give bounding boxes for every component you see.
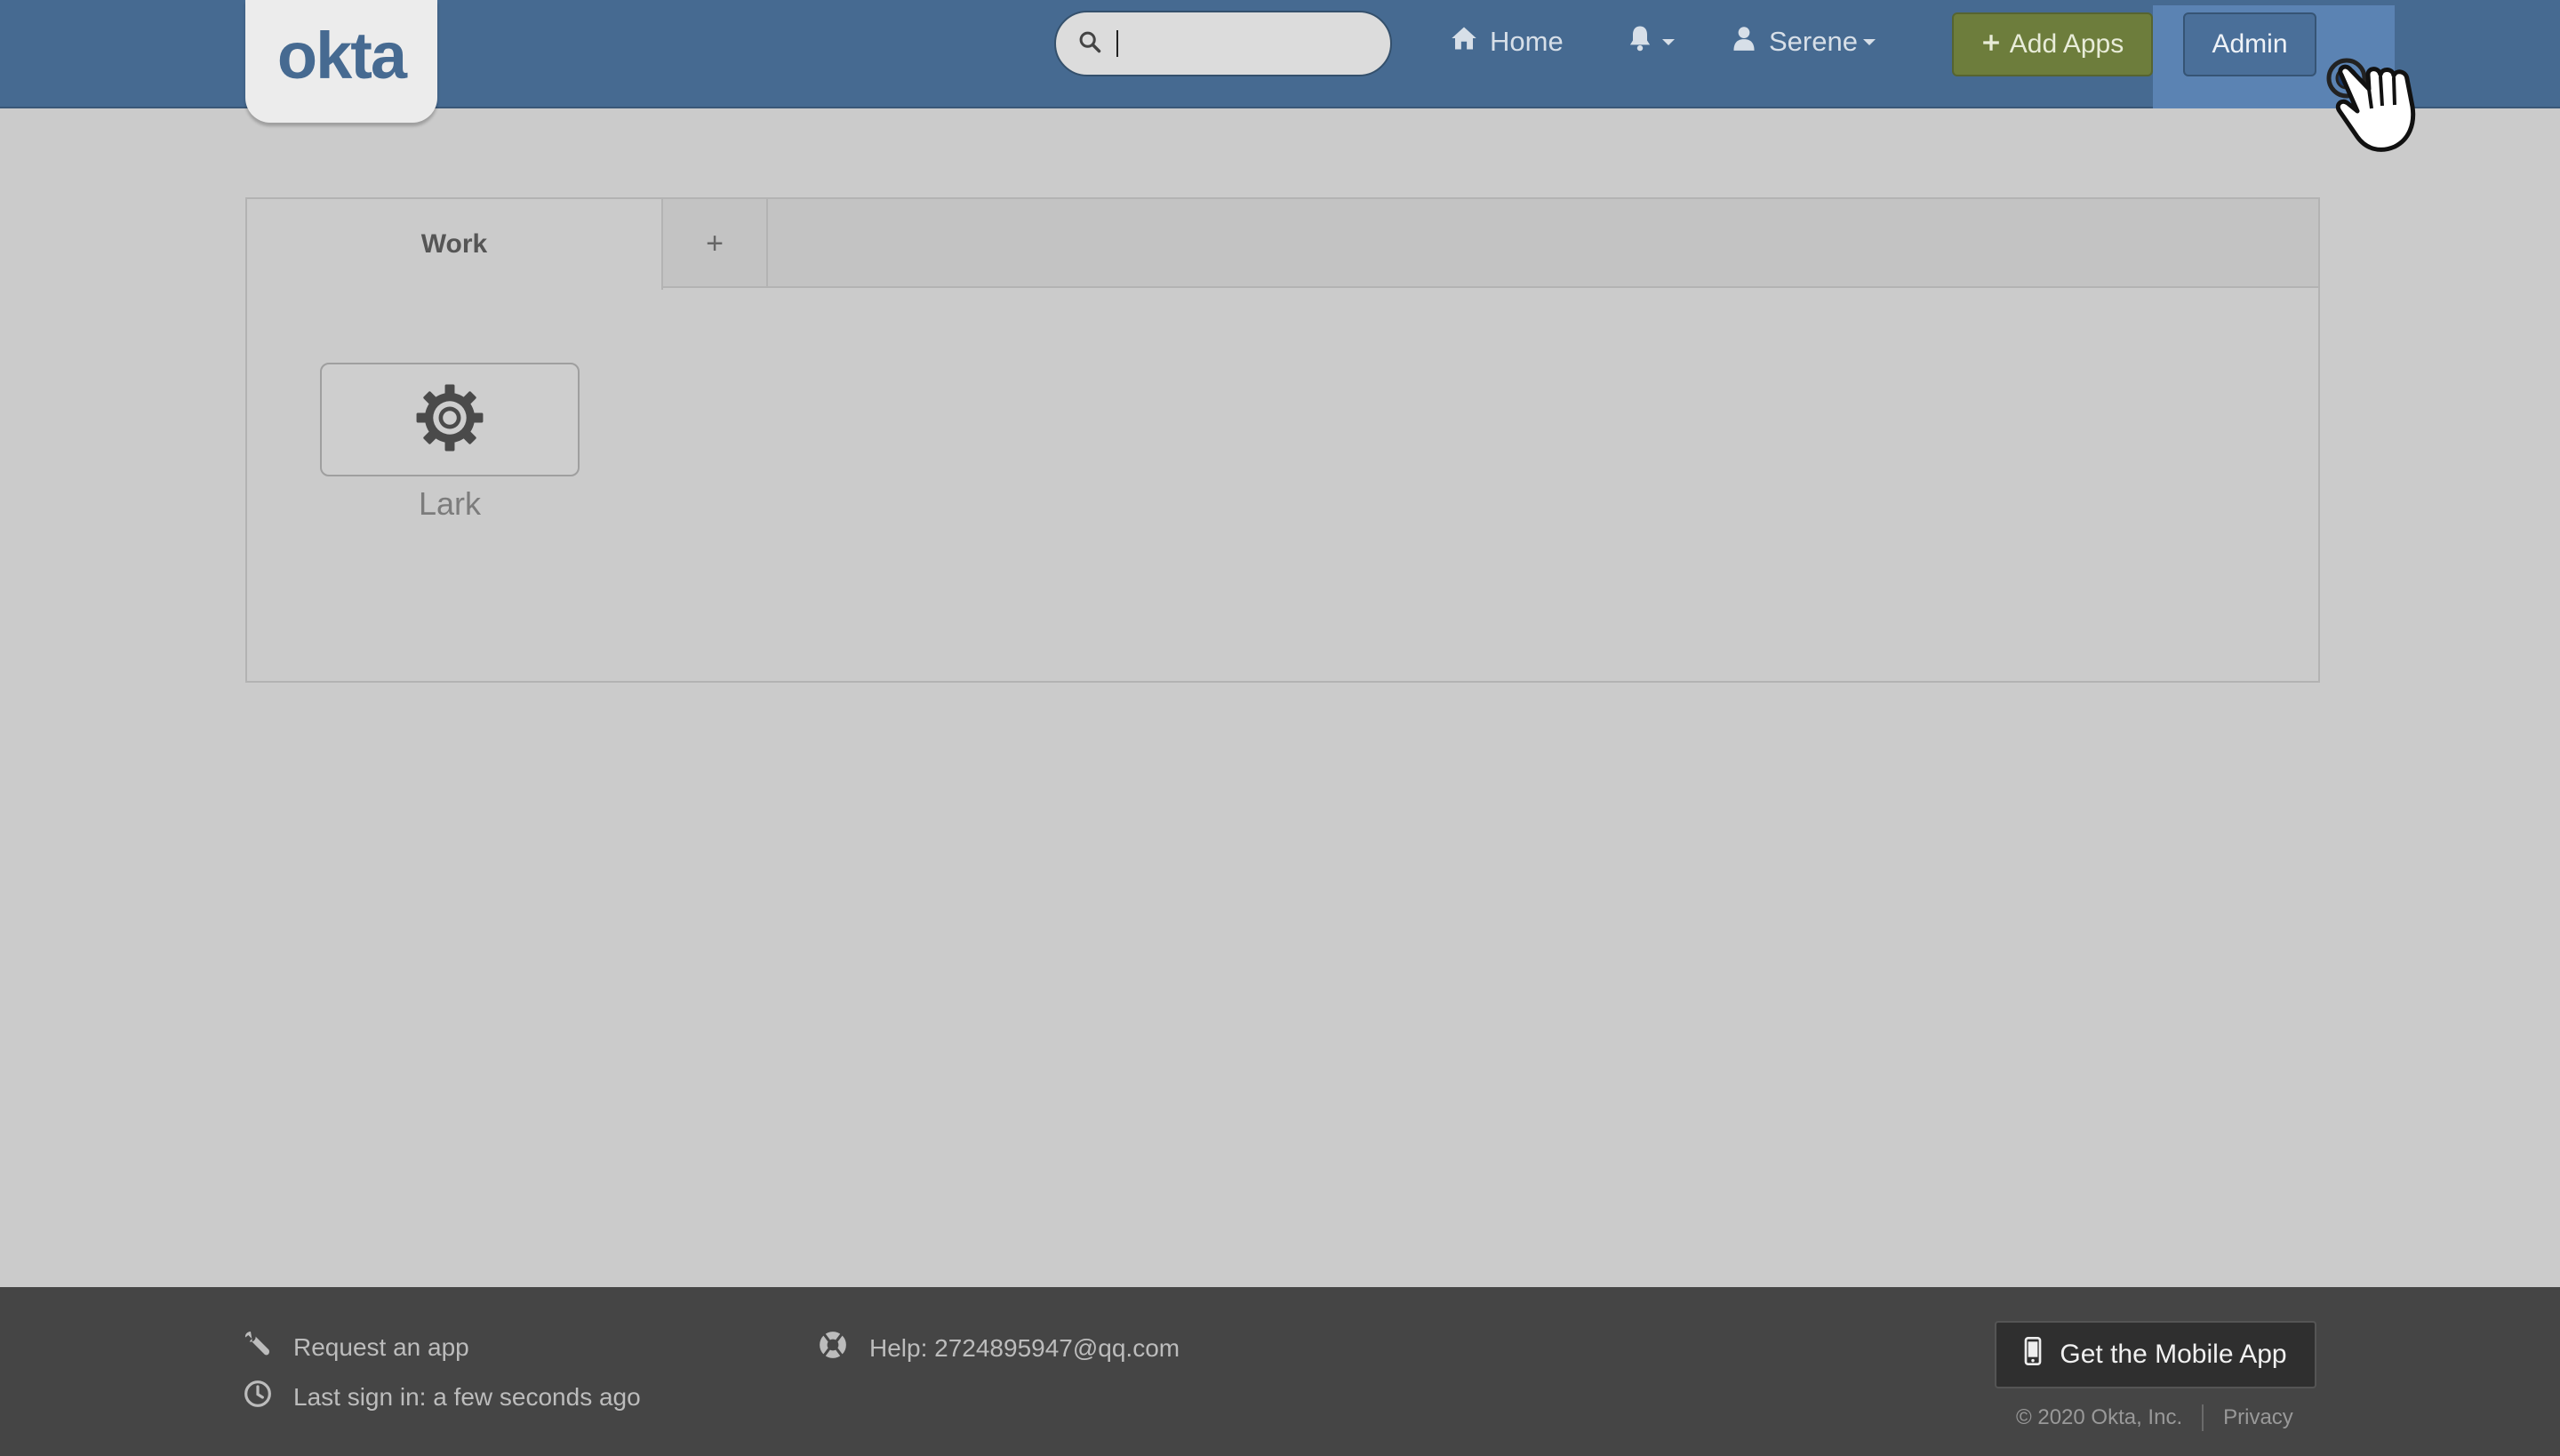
help-link[interactable]: Help: 2724895947@qq.com xyxy=(818,1330,1180,1366)
app-name-lark[interactable]: Lark xyxy=(320,485,580,523)
last-sign-in: Last sign in: a few seconds ago xyxy=(244,1380,641,1414)
mobile-app-label: Get the Mobile App xyxy=(2060,1340,2287,1369)
hand-pointer-cursor xyxy=(2320,55,2453,162)
get-mobile-app-button[interactable]: Get the Mobile App xyxy=(1995,1321,2316,1388)
tab-work-label: Work xyxy=(420,229,488,259)
home-label: Home xyxy=(1490,26,1564,57)
gear-icon xyxy=(415,383,484,457)
plus-icon xyxy=(1981,29,2001,60)
tab-work[interactable]: Work xyxy=(247,199,663,290)
footer: Request an app Last sign in: a few secon… xyxy=(0,1287,2560,1456)
admin-label: Admin xyxy=(2212,29,2288,59)
request-app-label: Request an app xyxy=(293,1332,469,1361)
copyright-text: © 2020 Okta, Inc. xyxy=(2016,1405,2183,1429)
bell-icon xyxy=(1627,24,1653,60)
lifebuoy-icon xyxy=(818,1330,869,1366)
app-tile-lark[interactable] xyxy=(320,363,580,476)
divider xyxy=(2202,1404,2204,1431)
search-input[interactable] xyxy=(1054,11,1392,76)
okta-logo[interactable]: okta xyxy=(245,0,437,123)
user-icon xyxy=(1732,25,1756,59)
add-tab-button[interactable]: + xyxy=(663,199,768,288)
user-name: Serene xyxy=(1769,26,1858,57)
wrench-icon xyxy=(244,1330,293,1364)
text-cursor xyxy=(1116,30,1118,57)
last-sign-in-label: Last sign in: a few seconds ago xyxy=(293,1382,641,1411)
notifications-menu[interactable] xyxy=(1627,12,1675,71)
add-apps-label: Add Apps xyxy=(2009,29,2124,59)
add-apps-button[interactable]: Add Apps xyxy=(1952,12,2153,76)
logo-text: okta xyxy=(276,18,407,92)
chevron-down-icon xyxy=(1662,38,1675,45)
home-icon xyxy=(1451,26,1477,58)
clock-icon xyxy=(244,1380,293,1414)
search-icon xyxy=(1077,29,1102,59)
top-navigation-bar: okta Home Serene Add Apps Admin xyxy=(0,0,2560,123)
dashboard-panel: Work + Lark xyxy=(245,197,2320,683)
home-link[interactable]: Home xyxy=(1451,12,1564,71)
request-app-link[interactable]: Request an app xyxy=(244,1330,469,1364)
copyright-row: © 2020 Okta, Inc. Privacy xyxy=(2016,1404,2293,1431)
phone-icon xyxy=(2024,1337,2042,1372)
admin-button[interactable]: Admin xyxy=(2183,12,2316,76)
privacy-link[interactable]: Privacy xyxy=(2223,1405,2293,1430)
user-menu[interactable]: Serene xyxy=(1732,12,1876,71)
add-tab-label: + xyxy=(706,226,724,260)
help-label: Help: 2724895947@qq.com xyxy=(869,1333,1180,1362)
chevron-down-icon xyxy=(1862,38,1876,45)
